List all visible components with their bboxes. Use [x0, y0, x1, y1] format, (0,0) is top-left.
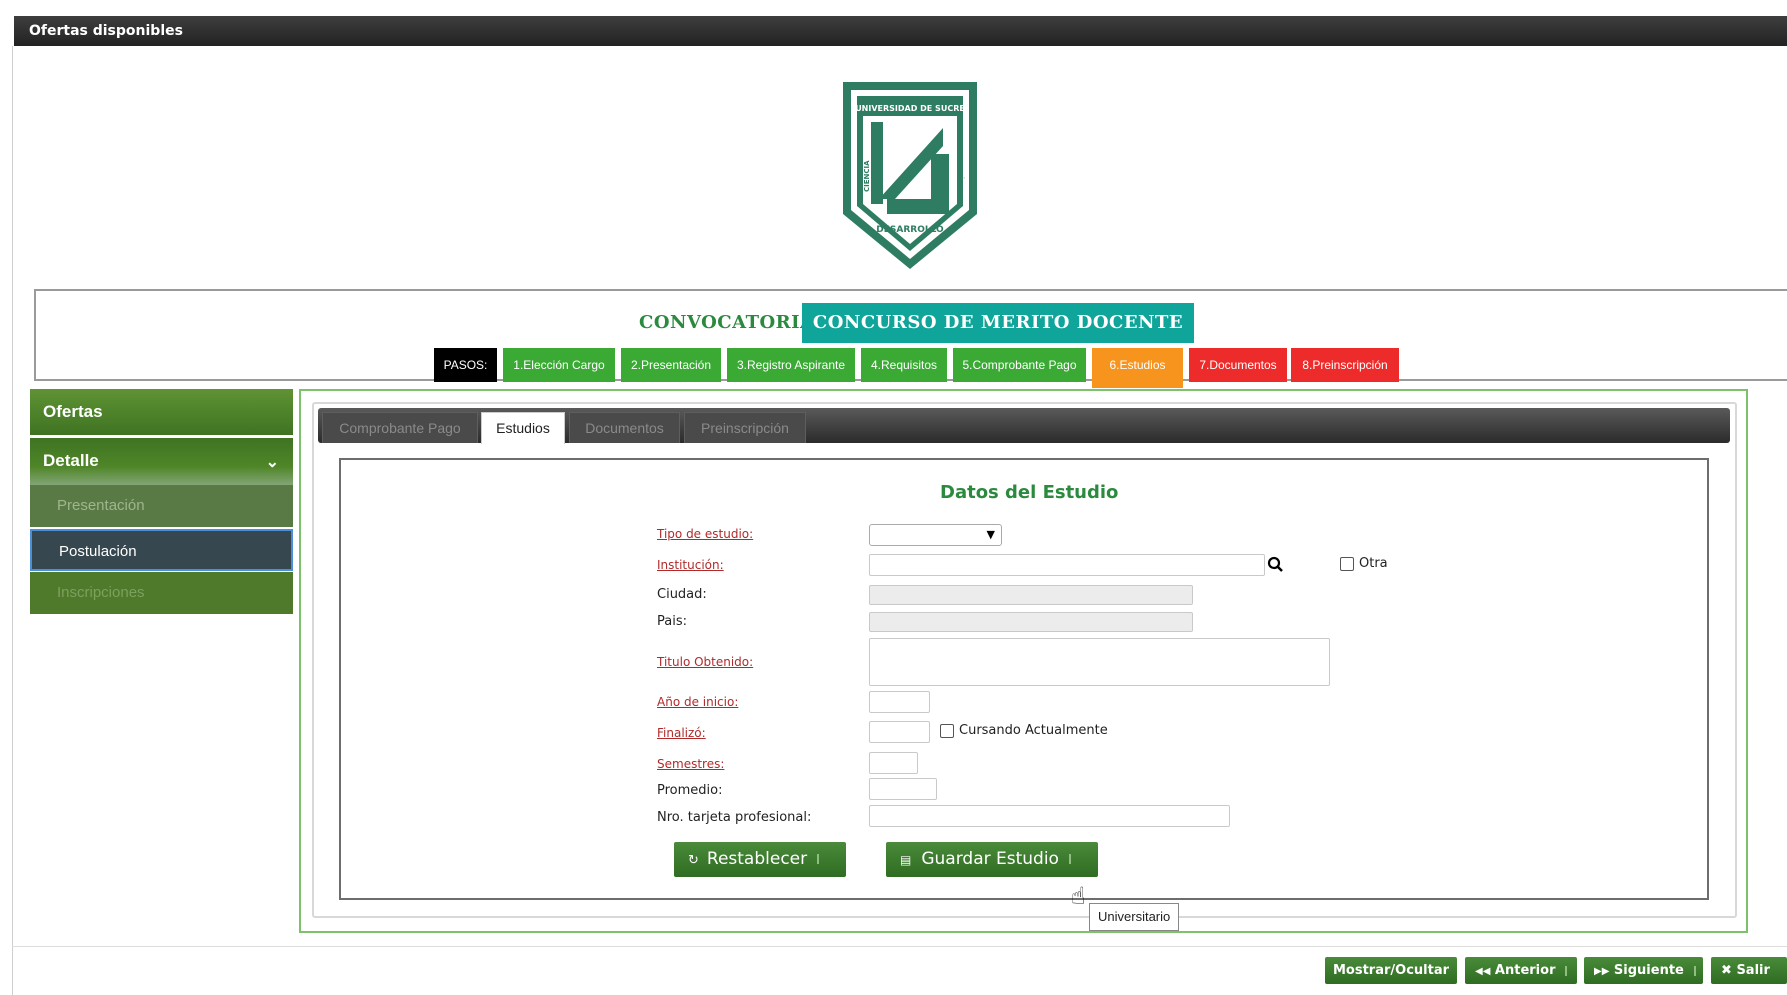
tab-comprobante-pago[interactable]: Comprobante Pago	[322, 412, 478, 443]
guardar-estudio-button[interactable]: ▤ Guardar Estudio	[886, 842, 1098, 877]
finalizo-input[interactable]	[869, 721, 930, 743]
semestres-input[interactable]	[869, 752, 918, 774]
ciudad-field[interactable]	[869, 585, 1193, 605]
close-icon: ✖	[1721, 963, 1732, 978]
siguiente-button[interactable]: ▶▶ Siguiente	[1584, 957, 1703, 984]
salir-button[interactable]: ✖ Salir	[1711, 957, 1787, 984]
refresh-icon: ↻	[688, 853, 699, 868]
salir-label: Salir	[1736, 963, 1770, 978]
otra-checkbox[interactable]	[1340, 557, 1354, 571]
search-icon[interactable]	[1265, 554, 1287, 576]
forward-icon: ▶▶	[1594, 966, 1610, 977]
sidebar-detalle[interactable]: Detalle ⌄	[30, 438, 293, 486]
anterior-button[interactable]: ◀◀ Anterior	[1465, 957, 1577, 984]
university-logo: UNIVERSIDAD DE SUCRE DESARROLLO CIENCIA …	[835, 74, 985, 274]
convocatoria-label: CONVOCATORIA	[639, 312, 815, 333]
convocatoria-title: CONCURSO DE MERITO DOCENTE 2023	[802, 303, 1194, 373]
anio-inicio-input[interactable]	[869, 691, 930, 713]
guardar-label: Guardar Estudio	[921, 849, 1059, 869]
step-comprobante-pago[interactable]: 5.Comprobante Pago	[953, 348, 1086, 382]
step-estudios[interactable]: 6.Estudios	[1092, 348, 1183, 388]
pais-field[interactable]	[869, 612, 1193, 632]
institucion-input[interactable]	[869, 554, 1265, 576]
anio-inicio-label: Año de inicio:	[657, 695, 739, 709]
logo-text-bottom: DESARROLLO	[876, 225, 944, 235]
chevron-down-icon: ▼	[986, 528, 995, 541]
titulo-textarea[interactable]	[869, 638, 1330, 686]
step-registro-aspirante[interactable]: 3.Registro Aspirante	[727, 348, 855, 382]
logo-text-right: TECNOLOGÍA	[956, 134, 965, 185]
promedio-label: Promedio:	[657, 783, 723, 798]
form-title: Datos del Estudio	[940, 482, 1119, 503]
pais-label: Pais:	[657, 614, 687, 629]
logo-text-top: UNIVERSIDAD DE SUCRE	[855, 104, 965, 113]
step-eleccion-cargo[interactable]: 1.Elección Cargo	[503, 348, 615, 382]
semestres-label: Semestres:	[657, 757, 725, 771]
chevron-down-icon: ⌄	[265, 454, 279, 471]
titulo-label: Titulo Obtenido:	[657, 655, 754, 669]
frame-border	[12, 46, 13, 995]
tarjeta-input[interactable]	[869, 805, 1230, 827]
cursor-hand-icon: ☝	[1071, 882, 1086, 910]
restablecer-button[interactable]: ↻ Restablecer	[674, 842, 846, 877]
save-icon: ▤	[900, 853, 912, 867]
tipo-estudio-label: Tipo de estudio:	[657, 527, 754, 541]
tarjeta-label: Nro. tarjeta profesional:	[657, 810, 812, 825]
steps-label: PASOS:	[434, 348, 497, 382]
tab-documentos[interactable]: Documentos	[569, 412, 680, 443]
rewind-icon: ◀◀	[1475, 966, 1491, 977]
sidebar-item-inscripciones[interactable]: Inscripciones	[30, 572, 293, 614]
tab-preinscripcion[interactable]: Preinscripción	[684, 412, 806, 443]
ciudad-label: Ciudad:	[657, 587, 707, 602]
otra-label: Otra	[1359, 556, 1388, 571]
restablecer-label: Restablecer	[706, 849, 808, 869]
step-presentacion[interactable]: 2.Presentación	[621, 348, 721, 382]
step-documentos[interactable]: 7.Documentos	[1189, 348, 1287, 382]
anterior-label: Anterior	[1494, 963, 1556, 978]
step-preinscripcion[interactable]: 8.Preinscripción	[1291, 348, 1399, 382]
cursando-label: Cursando Actualmente	[959, 723, 1108, 738]
sidebar-item-postulacion[interactable]: Postulación	[30, 529, 293, 571]
mostrar-ocultar-button[interactable]: Mostrar/Ocultar	[1325, 957, 1457, 984]
promedio-input[interactable]	[869, 778, 937, 800]
tooltip: Universitario	[1089, 903, 1180, 931]
finalizo-label: Finalizó:	[657, 726, 706, 740]
window-title: Ofertas disponibles	[14, 16, 1787, 46]
tipo-estudio-select[interactable]: ▼	[869, 524, 1002, 546]
sidebar-item-presentacion[interactable]: Presentación	[30, 485, 293, 527]
sidebar-detalle-label: Detalle	[43, 451, 99, 470]
footer-divider	[12, 946, 1787, 947]
cursando-checkbox[interactable]	[940, 724, 954, 738]
step-requisitos[interactable]: 4.Requisitos	[861, 348, 947, 382]
tab-estudios[interactable]: Estudios	[481, 412, 565, 444]
institucion-label: Institución:	[657, 558, 724, 572]
logo-text-left: CIENCIA	[863, 160, 871, 192]
siguiente-label: Siguiente	[1613, 963, 1684, 978]
sidebar-ofertas[interactable]: Ofertas	[30, 389, 293, 435]
